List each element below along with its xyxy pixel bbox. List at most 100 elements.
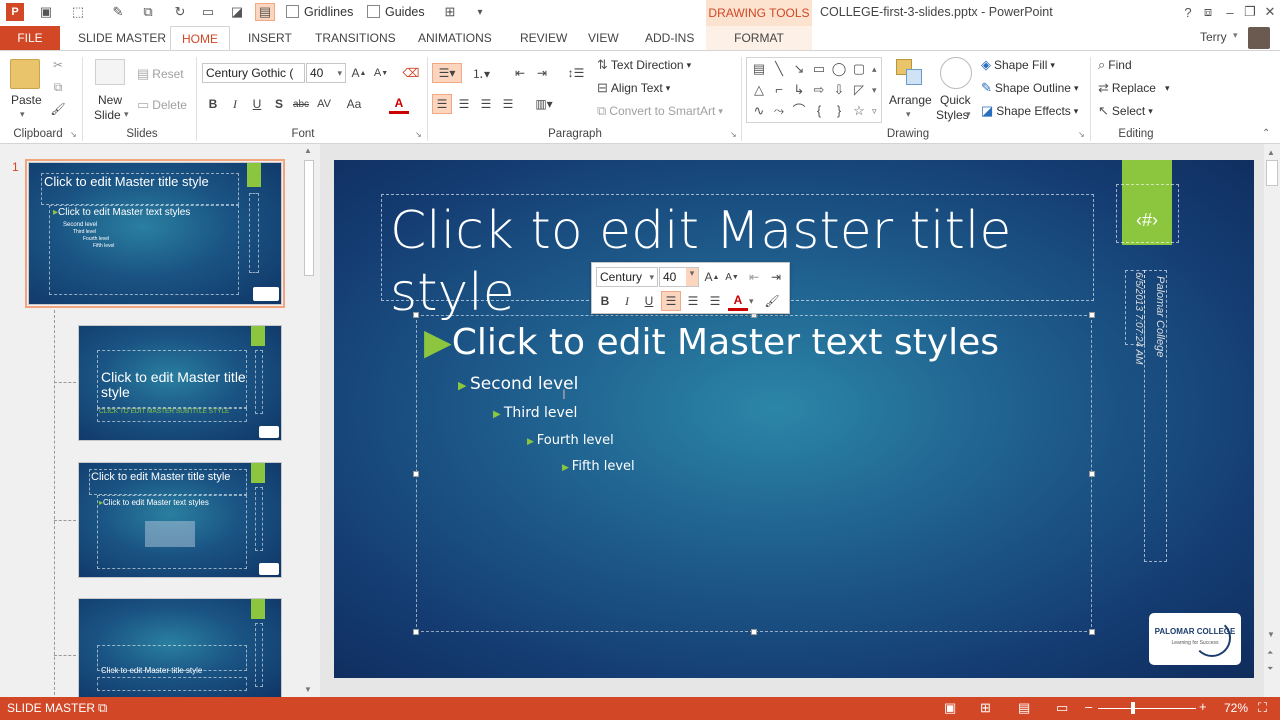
arrow-line-shape-icon[interactable]: ↘ [789, 58, 809, 79]
curve-shape-icon[interactable]: ∿ [749, 100, 769, 121]
thumbnail-scroll-thumb[interactable] [304, 160, 314, 276]
tab-transitions[interactable]: TRANSITIONS [313, 26, 398, 50]
thumbnail-layout-section[interactable]: Click to edit Master title style [78, 598, 282, 697]
mini-decrease-indent-icon[interactable]: ⇤ [744, 267, 764, 287]
triangle-shape-icon[interactable]: △ [749, 79, 769, 100]
collapse-ribbon-icon[interactable]: ⌃ [1262, 128, 1270, 139]
line-shape-icon[interactable]: ╲ [769, 58, 789, 79]
undo-icon[interactable]: ⬚ [68, 3, 88, 21]
elbow-arrow-shape-icon[interactable]: ↳ [789, 79, 809, 100]
mini-increase-indent-icon[interactable]: ⇥ [766, 267, 786, 287]
mini-font-dropdown-icon[interactable]: ▾ [649, 272, 654, 283]
mini-bold-icon[interactable]: B [595, 291, 615, 311]
clear-formatting-icon[interactable]: ⌫ [401, 63, 421, 83]
drawing-launcher-icon[interactable]: ↘ [1078, 130, 1085, 139]
arrange-dropdown-icon[interactable]: ▾ [906, 109, 911, 120]
mini-underline-icon[interactable]: U [639, 291, 659, 311]
shape-effects-button[interactable]: ◪ Shape Effects ▾ [981, 103, 1078, 119]
numbering-icon[interactable]: ⒈▾ [467, 63, 495, 83]
slide-canvas[interactable]: Click to edit Master title style ▶Click … [334, 160, 1254, 678]
guides-checkbox[interactable] [367, 5, 380, 18]
slide-scroll-up-icon[interactable]: ▲ [1267, 148, 1275, 157]
zoom-slider-thumb[interactable] [1131, 702, 1135, 714]
shape-fill-button[interactable]: ◈ Shape Fill ▾ [981, 57, 1055, 73]
tab-add-ins[interactable]: ADD-INS [643, 26, 696, 50]
tab-format[interactable]: FORMAT [706, 26, 812, 50]
slide-scrollbar[interactable]: ▲ ▼ ⏶ ⏷ [1264, 144, 1280, 697]
mini-shrink-font-icon[interactable]: A ▼ [722, 267, 742, 287]
columns-icon[interactable]: ▥▾ [530, 94, 558, 114]
find-button[interactable]: ⌕ Find [1098, 57, 1132, 73]
body-level-5[interactable]: ▶ Fifth level [562, 459, 635, 474]
shapes-scroll-icon[interactable]: ▴ ▾ ▿ [872, 59, 877, 122]
slide-sorter-icon[interactable]: ⊞ [980, 700, 991, 716]
thumbnail-layout-title[interactable]: Click to edit Master title style CLICK T… [78, 325, 282, 441]
slide-number-field[interactable]: ‹#› [1122, 210, 1172, 231]
user-menu-chevron-icon[interactable]: ▾ [1233, 30, 1238, 41]
resize-handle-ne[interactable] [1089, 312, 1095, 318]
text-direction-button[interactable]: ⇅ Text Direction ▾ [597, 57, 691, 73]
save-icon[interactable]: ▣ [36, 3, 56, 21]
align-center-icon[interactable]: ☰ [454, 94, 474, 114]
slideshow-view-icon[interactable]: ▭ [1056, 700, 1068, 716]
resize-handle-se[interactable] [1089, 629, 1095, 635]
resize-handle-e[interactable] [1089, 471, 1095, 477]
brace-shape-icon[interactable]: { [809, 100, 829, 121]
decrease-indent-icon[interactable]: ⇤ [510, 63, 530, 83]
tab-review[interactable]: REVIEW [518, 26, 569, 50]
paste-dropdown-icon[interactable]: ▾ [20, 109, 25, 120]
paste-icon[interactable] [10, 59, 40, 89]
arrange-button[interactable]: Arrange [889, 93, 932, 107]
arc-shape-icon[interactable]: ⌒ [789, 100, 809, 121]
paragraph-launcher-icon[interactable]: ↘ [730, 130, 737, 139]
resize-handle-nw[interactable] [413, 312, 419, 318]
mini-format-painter-icon[interactable]: 🖌 [762, 291, 782, 311]
mini-italic-icon[interactable]: I [617, 291, 637, 311]
gridlines-checkbox[interactable] [286, 5, 299, 18]
slide-scroll-thumb[interactable] [1266, 160, 1278, 186]
bold-icon[interactable]: B [203, 94, 223, 114]
justify-icon[interactable]: ☰ [498, 94, 518, 114]
shape-outline-button[interactable]: ✎ Shape Outline ▾ [981, 80, 1079, 96]
shrink-font-icon[interactable]: A ▼ [371, 63, 391, 83]
palomar-logo[interactable]: PALOMAR COLLEGE Learning for Success [1149, 613, 1241, 665]
cut-icon[interactable]: ✂ [48, 55, 68, 75]
body-level-3[interactable]: ▶ Third level [493, 405, 577, 421]
tab-insert[interactable]: INSERT [246, 26, 294, 50]
arrange-icon[interactable] [896, 59, 924, 89]
ruler-icon[interactable]: ▤ [255, 3, 275, 21]
tab-slide-master[interactable]: SLIDE MASTER [76, 26, 168, 50]
new-slide-label-1[interactable]: New [98, 93, 122, 107]
scroll-down-icon[interactable]: ▼ [1267, 630, 1275, 639]
thumbnail-slide-master[interactable]: Click to edit Master title style ▸Click … [28, 162, 282, 305]
reading-view-icon[interactable]: ▤ [1018, 700, 1030, 716]
quick-styles-label-1[interactable]: Quick [940, 93, 971, 107]
bullets-icon[interactable]: ☰▾ [432, 63, 462, 83]
thumbnail-scrollbar[interactable]: ▲ ▼ [302, 146, 316, 694]
text-shadow-icon[interactable]: S [269, 94, 289, 114]
mini-size-dropdown-icon[interactable]: ▾ [686, 268, 698, 286]
change-case-icon[interactable]: Aa [344, 94, 364, 114]
format-painter-icon[interactable]: 🖌 [48, 99, 68, 119]
format-painter-qa-icon[interactable]: ✎ [108, 3, 128, 21]
paste-button[interactable]: Paste [11, 93, 42, 107]
next-slide-icon[interactable]: ⏷ [1267, 664, 1273, 674]
mini-align-right-icon[interactable]: ☰ [705, 291, 725, 311]
underline-icon[interactable]: U [247, 94, 267, 114]
snip-rect-shape-icon[interactable]: ◸ [849, 79, 869, 100]
font-color-icon[interactable]: A [389, 94, 409, 114]
copy-icon[interactable]: ⧉ [48, 77, 68, 97]
close-brace-shape-icon[interactable]: } [829, 100, 849, 121]
tab-animations[interactable]: ANIMATIONS [416, 26, 494, 50]
zoom-level[interactable]: 72% [1224, 701, 1248, 715]
mini-size-combo[interactable]: 40 ▾ [659, 267, 699, 287]
align-text-button[interactable]: ⊟ Align Text ▾ [597, 80, 670, 96]
mini-align-center-icon[interactable]: ☰ [683, 291, 703, 311]
strikethrough-icon[interactable]: abc [291, 94, 311, 114]
thumbnail-layout-content[interactable]: Click to edit Master title style ▸Click … [78, 462, 282, 578]
zoom-slider[interactable] [1098, 708, 1196, 709]
layout-icon[interactable]: ⊞ [440, 3, 460, 21]
shape-icon[interactable]: ▭ [198, 3, 218, 21]
fit-slide-icon[interactable]: ⛶ [1258, 700, 1267, 716]
star-shape-icon[interactable]: ☆ [849, 100, 869, 121]
